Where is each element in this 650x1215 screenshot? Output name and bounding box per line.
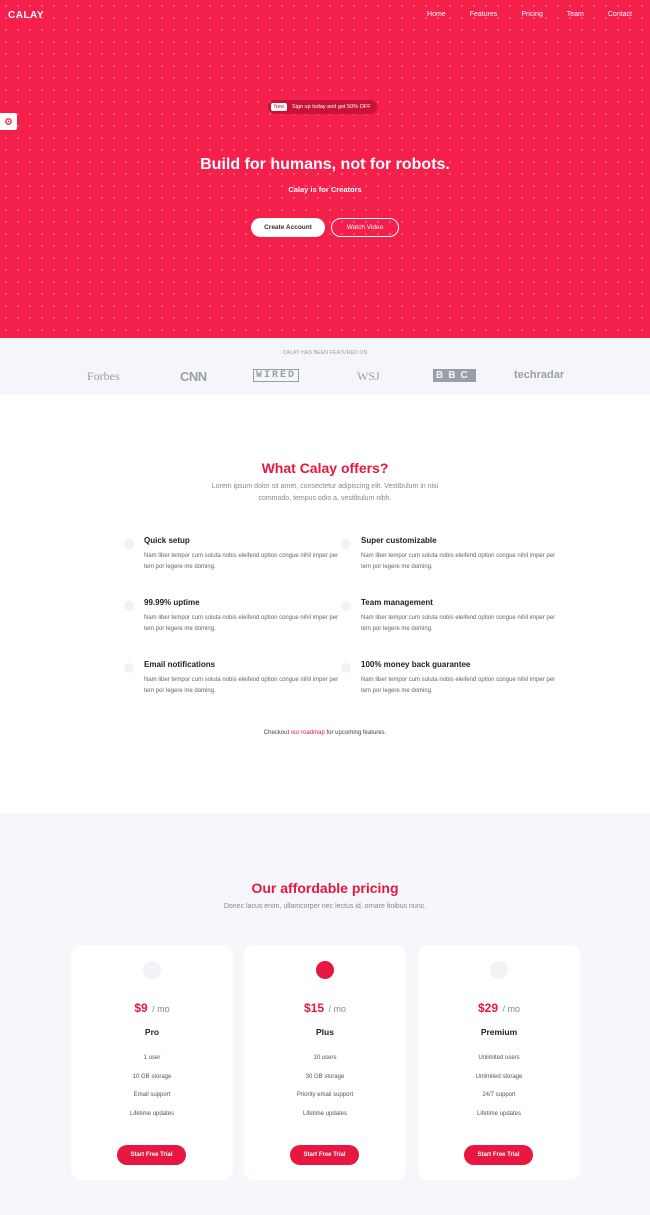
nav-home[interactable]: Home [427,11,446,18]
hero-title: Build for humans, not for robots. [200,156,450,173]
plan-feature: 24/7 support [482,1092,516,1098]
featured-title: CALAY HAS BEEN FEATURED ON [282,350,368,356]
plan-feature: Unlimited users [478,1055,520,1061]
roadmap-suffix: for upcoming features. [326,730,387,736]
plan-feature: Lifetime updates [129,1110,175,1117]
plan-price: $29 / mo [418,999,580,1017]
gear-icon [5,118,12,125]
plan-icon [490,961,508,979]
feature-item: 100% money back guarantee Nam liber temp… [341,660,561,697]
feature-description: Nam liber tempor cum soluta nobis eleife… [361,677,556,694]
feature-description: Nam liber tempor cum soluta nobis eleife… [144,553,339,570]
plan-price: $9 / mo [71,999,233,1017]
features-title: What Calay offers? [261,460,389,476]
plan-feature: 1 user [143,1055,161,1061]
nav-features[interactable]: Features [470,11,498,18]
price-amount: $15 [304,1001,325,1015]
hero-subtitle: Calay is for Creators [288,185,362,194]
feature-icon [124,601,134,611]
feature-title: 99.99% uptime [144,598,200,607]
plan-feature: Unlimited storage [475,1073,523,1080]
featured-section: CALAY HAS BEEN FEATURED ON Forbes CNN WI… [0,338,650,395]
plan-icon [143,961,161,979]
brand-logo-cnn: CNN [180,369,207,384]
feature-icon [124,663,134,673]
feature-item: Team management Nam liber tempor cum sol… [341,598,561,635]
feature-title: Quick setup [144,536,190,545]
create-account-button[interactable]: Create Account [251,218,325,237]
pricing-card-premium: $29 / mo Premium Unlimited users Unlimit… [418,945,580,1180]
brand-logo-techradar: techradar [514,369,565,381]
feature-item: Email notifications Nam liber tempor cum… [124,660,344,697]
promo-text: Sign up today and get 50% OFF [292,104,371,110]
plan-feature: 10 GB storage [132,1073,172,1080]
feature-item: Super customizable Nam liber tempor cum … [341,536,561,573]
plan-feature: Lifetime updates [476,1110,522,1117]
feature-icon [341,663,351,673]
start-free-trial-button[interactable]: Start Free Trial [117,1145,186,1165]
feature-title: Super customizable [361,536,437,545]
roadmap-note: Checkout our roadmap for upcoming featur… [0,730,650,736]
plan-feature: Email support [133,1092,171,1098]
plan-price: $15 / mo [244,999,406,1017]
new-badge: New [271,103,288,111]
features-subtitle: Lorem ipsum dolor sit amet, consectetur … [211,483,439,502]
brand-logo-bbc: BBC [433,369,476,382]
start-free-trial-button[interactable]: Start Free Trial [290,1145,359,1165]
feature-description: Nam liber tempor cum soluta nobis eleife… [361,615,556,632]
plan-feature: Lifetime updates [302,1110,348,1117]
feature-description: Nam liber tempor cum soluta nobis eleife… [144,677,339,694]
price-amount: $9 [134,1001,148,1015]
feature-description: Nam liber tempor cum soluta nobis eleife… [361,553,556,570]
nav-contact[interactable]: Contact [608,11,632,18]
nav-pricing[interactable]: Pricing [521,11,542,18]
plan-name: Pro [144,1027,160,1037]
feature-icon [341,539,351,549]
plan-features: 10 users 30 GB storage Priority email su… [244,1055,406,1129]
feature-title: 100% money back guarantee [361,660,471,669]
settings-toggle[interactable] [0,113,17,130]
feature-description: Nam liber tempor cum soluta nobis eleife… [144,615,339,632]
pricing-section: Our affordable pricing Donec lacus enim,… [0,813,650,1215]
price-amount: $29 [478,1001,499,1015]
plan-name: Premium [480,1027,518,1037]
pricing-card-pro: $9 / mo Pro 1 user 10 GB storage Email s… [71,945,233,1180]
price-period: / mo [328,1004,346,1014]
start-free-trial-button[interactable]: Start Free Trial [464,1145,533,1165]
promo-pill[interactable]: New Sign up today and get 50% OFF [268,100,377,114]
feature-item: 99.99% uptime Nam liber tempor cum solut… [124,598,344,635]
watch-video-button[interactable]: Watch Video [331,218,399,237]
feature-title: Team management [361,598,433,607]
plan-icon [316,961,334,979]
brand-logo-wired: WIRED [253,369,300,382]
feature-item: Quick setup Nam liber tempor cum soluta … [124,536,344,573]
pricing-title: Our affordable pricing [251,880,399,896]
plan-name: Plus [316,1027,334,1037]
brand-logo-wsj: WSJ [357,369,380,383]
hero-section: CALAY Home Features Pricing Team Contact… [0,0,650,338]
pricing-subtitle: Donec lacus enim, ullamcorper nec lectus… [223,903,427,910]
plan-features: Unlimited users Unlimited storage 24/7 s… [418,1055,580,1129]
main-nav: Home Features Pricing Team Contact [427,11,632,18]
plan-feature: 30 GB storage [305,1073,345,1080]
roadmap-link[interactable]: our roadmap [291,730,325,736]
roadmap-prefix: Checkout [263,730,290,736]
brand-logo-forbes: Forbes [87,369,120,383]
feature-title: Email notifications [144,660,216,669]
price-period: / mo [152,1004,170,1014]
plan-feature: Priority email support [296,1092,354,1098]
feature-icon [124,539,134,549]
plan-features: 1 user 10 GB storage Email support Lifet… [71,1055,233,1129]
nav-team[interactable]: Team [567,11,584,18]
logo[interactable]: CALAY [8,10,44,21]
plan-feature: 10 users [313,1055,337,1061]
pricing-card-plus: $15 / mo Plus 10 users 30 GB storage Pri… [244,945,406,1180]
hero-actions: Create Account Watch Video [0,218,650,237]
price-period: / mo [502,1004,520,1014]
feature-icon [341,601,351,611]
